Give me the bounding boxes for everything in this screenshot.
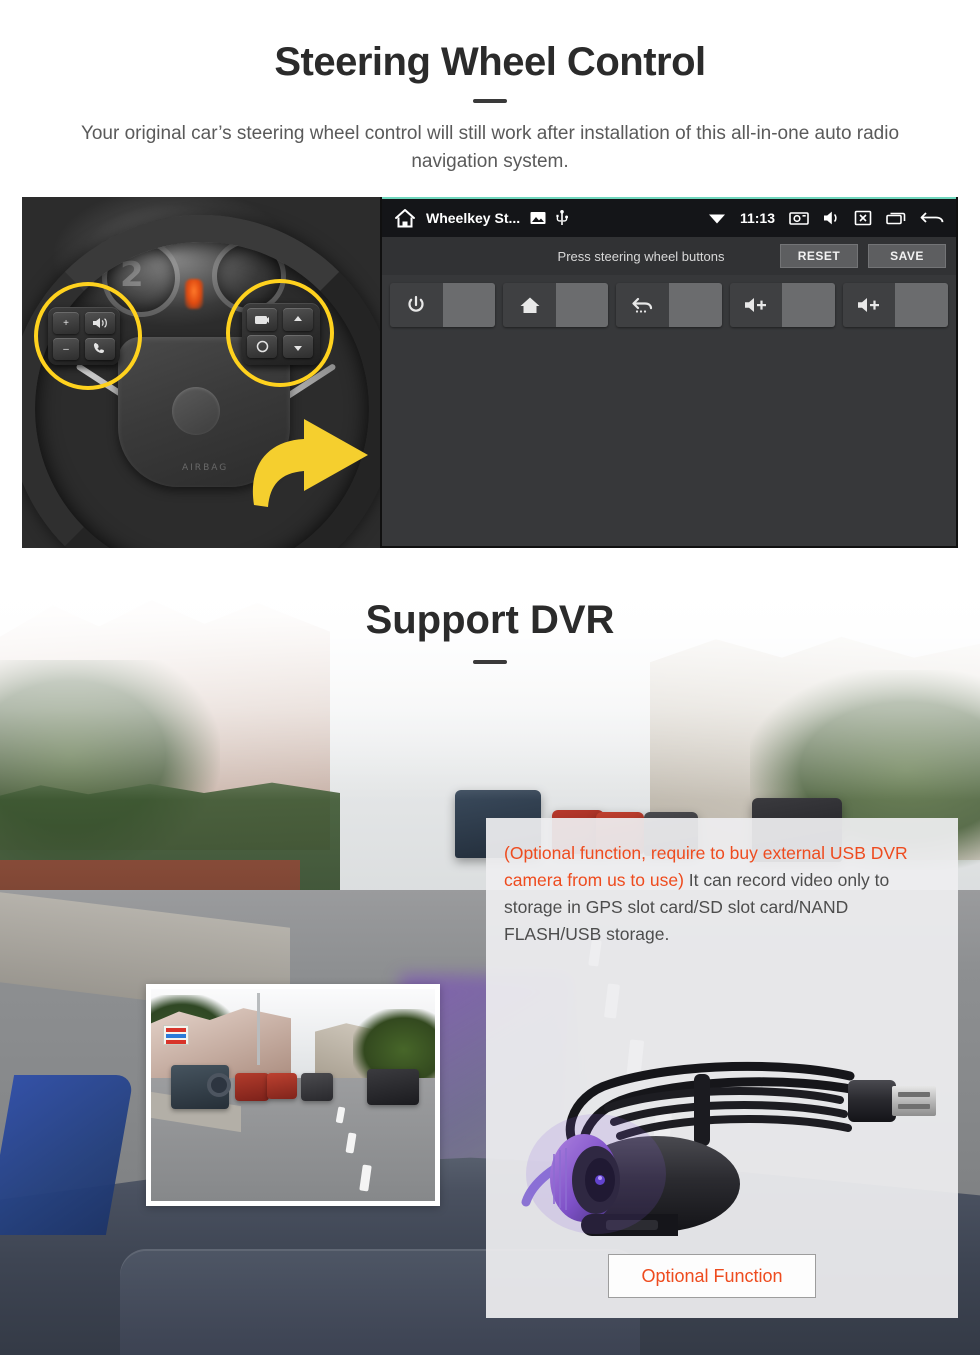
inset-car <box>267 1073 297 1099</box>
mute-speaker-icon[interactable] <box>823 210 840 226</box>
usb-dvr-camera-illustration <box>521 1061 936 1236</box>
dashcam-recording-inset <box>146 984 440 1206</box>
airbag-emblem <box>172 387 220 435</box>
dvr-description: (Optional function, require to buy exter… <box>504 840 940 948</box>
reset-button[interactable]: RESET <box>780 244 858 268</box>
save-button[interactable]: SAVE <box>868 244 946 268</box>
steering-wheel-photo: 2 AIRBAG + – <box>22 197 380 548</box>
dashcam-photo <box>151 989 435 1201</box>
image-icon <box>530 211 546 225</box>
usb-icon <box>556 210 569 226</box>
key-mapping-cell-home[interactable] <box>503 283 609 327</box>
title-divider <box>473 660 507 664</box>
back-icon <box>616 283 669 327</box>
status-bar-left: Wheelkey St... <box>394 208 569 228</box>
key-mapping-row <box>390 283 948 327</box>
inset-road-sign <box>163 1025 189 1045</box>
status-bar-right: 11:13 <box>708 209 946 227</box>
arrow-right-icon <box>252 419 368 507</box>
highlight-circle-left <box>34 282 142 390</box>
white-fade-overlay <box>0 560 980 800</box>
key-mapping-value[interactable] <box>895 283 948 327</box>
page-subtitle: Your original car’s steering wheel contr… <box>80 123 900 172</box>
android-head-unit-screen: Wheelkey St... 11:13 Press steering whee… <box>380 197 958 548</box>
usb-dvr-camera-image <box>488 988 956 1238</box>
yellow-arrow <box>236 393 380 513</box>
key-mapping-cell-volume-up-2[interactable] <box>842 283 948 327</box>
inset-car <box>367 1069 419 1105</box>
wifi-icon <box>708 211 726 225</box>
home-icon[interactable] <box>394 208 416 228</box>
screen-off-icon[interactable] <box>854 210 872 226</box>
key-mapping-value[interactable] <box>555 283 609 327</box>
inset-car <box>301 1073 333 1101</box>
back-icon[interactable] <box>920 209 946 227</box>
volume-up-icon <box>842 283 896 327</box>
section-title: Support DVR <box>365 598 615 642</box>
instruction-text: Press steering wheel buttons <box>557 248 725 264</box>
usb-connector <box>848 1080 936 1122</box>
highlight-circle-right <box>226 279 334 387</box>
command-bar: Press steering wheel buttons RESET SAVE <box>382 237 956 275</box>
inset-lamp-post <box>257 993 260 1065</box>
airbag-label: AIRBAG <box>182 463 229 473</box>
key-mapping-value[interactable] <box>442 283 496 327</box>
key-mapping-value[interactable] <box>782 283 835 327</box>
android-status-bar: Wheelkey St... 11:13 <box>382 199 956 237</box>
app-title: Wheelkey St... <box>426 210 521 226</box>
optional-function-button[interactable]: Optional Function <box>608 1254 816 1298</box>
screenshot-icon[interactable] <box>789 210 809 226</box>
inset-spare-tyre <box>207 1073 231 1097</box>
swc-media-row: 2 AIRBAG + – Wheelkey St... 11:13 Press … <box>22 197 958 548</box>
clock: 11:13 <box>739 210 775 226</box>
volume-up-icon <box>729 283 783 327</box>
recents-icon[interactable] <box>886 211 906 225</box>
key-mapping-cell-back[interactable] <box>616 283 722 327</box>
power-icon <box>390 283 443 327</box>
key-mapping-cell-power[interactable] <box>390 283 496 327</box>
key-mapping-value[interactable] <box>669 283 722 327</box>
steering-wheel-control-section: Steering Wheel Control Your original car… <box>0 0 980 560</box>
page-title: Steering Wheel Control <box>274 40 706 84</box>
key-mapping-cell-volume-up-1[interactable] <box>729 283 835 327</box>
home-icon <box>503 283 556 327</box>
inset-car <box>235 1073 269 1101</box>
title-divider <box>473 99 507 103</box>
dvr-info-panel: (Optional function, require to buy exter… <box>486 818 958 1318</box>
